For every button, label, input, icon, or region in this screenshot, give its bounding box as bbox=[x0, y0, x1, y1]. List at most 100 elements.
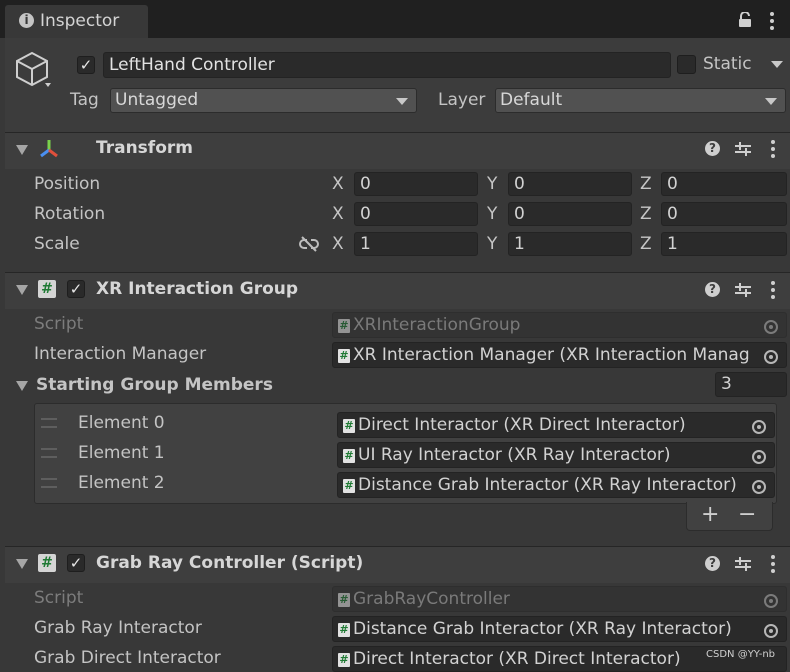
position-label: Position bbox=[34, 174, 101, 194]
z-axis-label: Z bbox=[640, 204, 652, 224]
x-axis-label: X bbox=[332, 174, 344, 194]
script-hash-icon: # bbox=[338, 319, 350, 333]
script-hash-icon: # bbox=[338, 593, 350, 607]
help-icon[interactable]: ? bbox=[705, 556, 720, 571]
kebab-menu-icon[interactable] bbox=[771, 555, 775, 573]
position-y-field[interactable]: 0 bbox=[508, 172, 632, 196]
y-axis-label: Y bbox=[487, 234, 498, 254]
scale-x-value: 1 bbox=[360, 234, 371, 254]
grab-ray-script-label: Script bbox=[34, 588, 84, 608]
x-axis-label: X bbox=[332, 204, 344, 224]
grab-ray-enabled-checkbox[interactable]: ✓ bbox=[67, 554, 85, 572]
element-0-field[interactable]: # Direct Interactor (XR Direct Interactor… bbox=[337, 412, 775, 438]
active-checkbox[interactable]: ✓ bbox=[77, 56, 95, 74]
info-icon: i bbox=[19, 13, 34, 28]
element-0-label: Element 0 bbox=[78, 413, 165, 433]
element-1-label: Element 1 bbox=[78, 443, 165, 463]
target-icon bbox=[764, 594, 778, 608]
members-count-field[interactable]: 3 bbox=[715, 372, 787, 397]
object-name-field[interactable]: LeftHand Controller bbox=[103, 52, 671, 78]
add-element-button[interactable]: + bbox=[701, 502, 719, 527]
z-axis-label: Z bbox=[640, 174, 652, 194]
xr-group-enabled-checkbox[interactable]: ✓ bbox=[67, 280, 85, 298]
grab-ray-interactor-value: Distance Grab Interactor (XR Ray Interac… bbox=[353, 619, 732, 639]
list-footer bbox=[686, 502, 773, 531]
drag-handle-icon[interactable] bbox=[41, 478, 57, 488]
scale-y-field[interactable]: 1 bbox=[508, 232, 632, 256]
y-axis-label: Y bbox=[487, 174, 498, 194]
target-icon[interactable] bbox=[752, 420, 766, 434]
xr-group-title: XR Interaction Group bbox=[96, 279, 299, 299]
rotation-y-value: 0 bbox=[514, 204, 525, 224]
transform-icon bbox=[38, 138, 60, 160]
kebab-menu-icon[interactable] bbox=[771, 140, 775, 158]
kebab-menu-icon[interactable] bbox=[770, 12, 774, 30]
rotation-z-value: 0 bbox=[667, 204, 678, 224]
element-2-value: Distance Grab Interactor (XR Ray Interac… bbox=[358, 475, 737, 495]
script-hash-icon: # bbox=[38, 280, 56, 298]
position-z-field[interactable]: 0 bbox=[661, 172, 787, 196]
script-hash-icon: # bbox=[38, 554, 56, 572]
grab-ray-interactor-field[interactable]: # Distance Grab Interactor (XR Ray Intera… bbox=[332, 616, 787, 642]
preset-icon[interactable] bbox=[735, 282, 751, 298]
interaction-manager-label: Interaction Manager bbox=[34, 344, 207, 364]
xr-group-foldout-icon[interactable] bbox=[16, 285, 28, 295]
preset-icon[interactable] bbox=[735, 556, 751, 572]
static-dropdown-icon[interactable] bbox=[771, 61, 783, 68]
transform-title: Transform bbox=[96, 138, 193, 158]
grab-direct-interactor-value: Direct Interactor (XR Direct Interactor) bbox=[353, 649, 681, 669]
target-icon bbox=[764, 320, 778, 334]
chevron-down-icon bbox=[765, 98, 777, 105]
static-checkbox[interactable] bbox=[677, 55, 696, 74]
rotation-x-field[interactable]: 0 bbox=[354, 202, 478, 226]
help-icon[interactable]: ? bbox=[705, 282, 720, 297]
tab-title: Inspector bbox=[40, 11, 120, 31]
grab-ray-foldout-icon[interactable] bbox=[16, 559, 28, 569]
script-hash-icon: # bbox=[343, 419, 355, 433]
rotation-x-value: 0 bbox=[360, 204, 371, 224]
kebab-menu-icon[interactable] bbox=[771, 281, 775, 299]
cube-icon[interactable] bbox=[14, 50, 54, 92]
interaction-manager-field[interactable]: # XR Interaction Manager (XR Interaction … bbox=[332, 342, 787, 368]
scale-z-field[interactable]: 1 bbox=[661, 232, 787, 256]
static-label: Static bbox=[703, 54, 752, 74]
target-icon[interactable] bbox=[752, 480, 766, 494]
members-foldout-icon[interactable] bbox=[16, 381, 28, 391]
layer-dropdown[interactable]: Default bbox=[495, 88, 786, 113]
members-count-value: 3 bbox=[721, 374, 732, 394]
rotation-y-field[interactable]: 0 bbox=[508, 202, 632, 226]
position-x-field[interactable]: 0 bbox=[354, 172, 478, 196]
element-1-field[interactable]: # UI Ray Interactor (XR Ray Interactor) bbox=[337, 442, 775, 468]
script-hash-icon: # bbox=[338, 349, 350, 363]
remove-element-button[interactable]: − bbox=[738, 502, 756, 527]
rotation-z-field[interactable]: 0 bbox=[661, 202, 787, 226]
grab-ray-script-value: GrabRayController bbox=[353, 589, 510, 609]
preset-icon[interactable] bbox=[735, 141, 751, 157]
tag-value: Untagged bbox=[115, 90, 199, 110]
xr-group-script-value: XRInteractionGroup bbox=[353, 315, 521, 335]
x-axis-label: X bbox=[332, 234, 344, 254]
drag-handle-icon[interactable] bbox=[41, 448, 57, 458]
tag-label: Tag bbox=[70, 90, 99, 110]
grab-ray-interactor-label: Grab Ray Interactor bbox=[34, 618, 202, 638]
element-1-value: UI Ray Interactor (XR Ray Interactor) bbox=[358, 445, 671, 465]
target-icon[interactable] bbox=[764, 624, 778, 638]
position-y-value: 0 bbox=[514, 174, 525, 194]
watermark: CSDN @YY-nb bbox=[706, 649, 776, 660]
lock-icon[interactable] bbox=[738, 11, 752, 28]
unlink-icon[interactable] bbox=[299, 236, 319, 252]
transform-foldout-icon[interactable] bbox=[16, 145, 28, 155]
chevron-down-icon bbox=[396, 98, 408, 105]
inspector-tab[interactable]: i Inspector bbox=[5, 5, 148, 38]
script-hash-icon: # bbox=[338, 623, 350, 637]
starting-group-members-label: Starting Group Members bbox=[36, 375, 273, 395]
tag-dropdown[interactable]: Untagged bbox=[110, 88, 417, 113]
element-2-field[interactable]: # Distance Grab Interactor (XR Ray Intera… bbox=[337, 472, 775, 498]
position-z-value: 0 bbox=[667, 174, 678, 194]
drag-handle-icon[interactable] bbox=[41, 418, 57, 428]
scale-x-field[interactable]: 1 bbox=[354, 232, 478, 256]
target-icon[interactable] bbox=[764, 350, 778, 364]
target-icon[interactable] bbox=[752, 450, 766, 464]
interaction-manager-value: XR Interaction Manager (XR Interaction M… bbox=[353, 345, 750, 365]
help-icon[interactable]: ? bbox=[705, 141, 720, 156]
